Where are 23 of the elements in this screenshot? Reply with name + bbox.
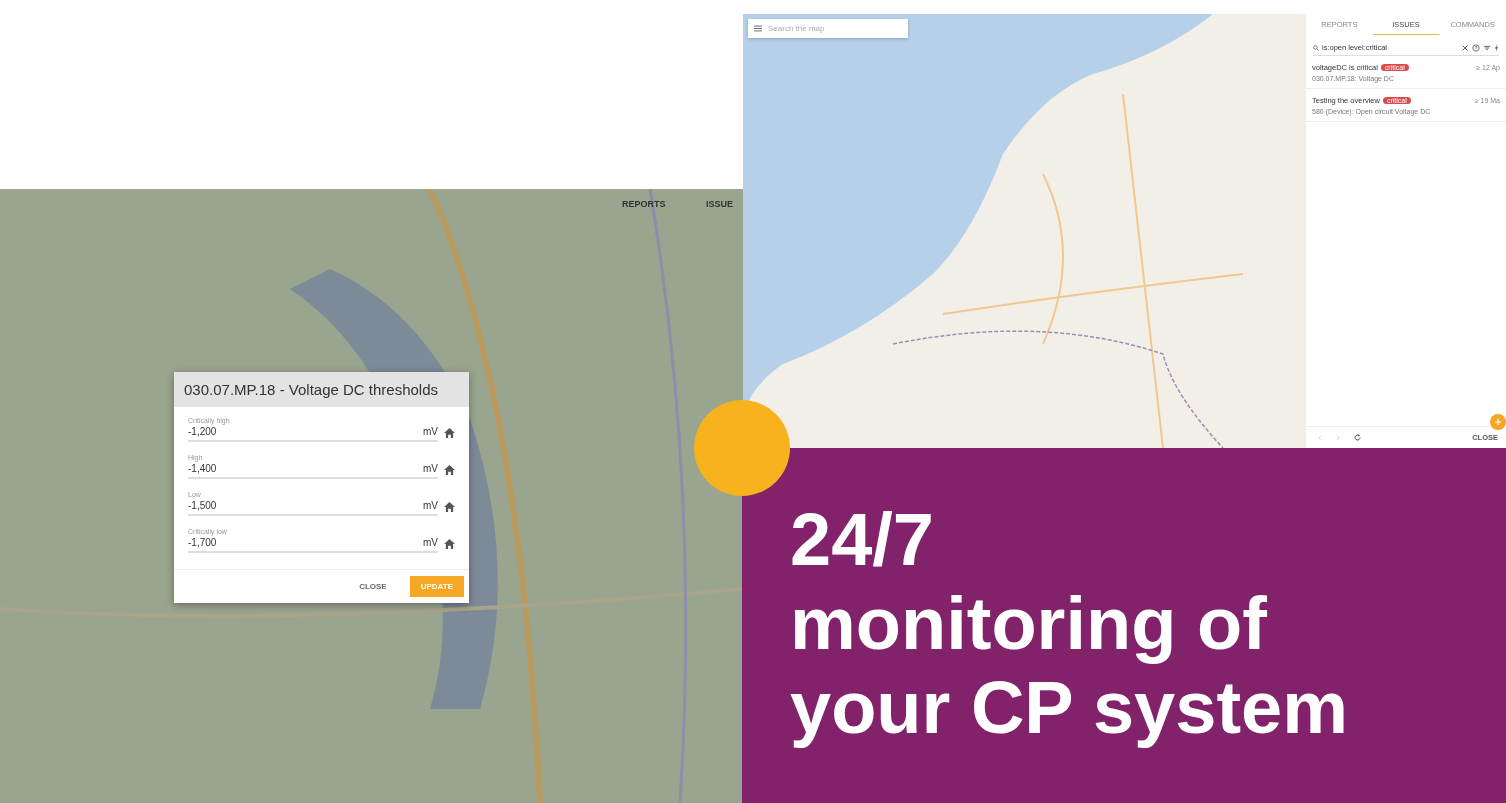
home-icon[interactable] — [444, 428, 455, 438]
home-icon[interactable] — [444, 465, 455, 475]
headline-text: monitoring of — [790, 582, 1268, 666]
input-field[interactable]: -1,200 mV — [188, 424, 438, 442]
home-icon[interactable] — [444, 539, 455, 549]
search-icon — [1313, 44, 1319, 51]
search-field[interactable]: Search the map — [748, 19, 908, 38]
menu-icon[interactable] — [754, 25, 762, 32]
home-icon[interactable] — [444, 502, 455, 512]
close-icon[interactable] — [1461, 43, 1469, 52]
filter-icon[interactable] — [1483, 43, 1491, 52]
tab-label: REPORTS — [622, 199, 666, 209]
headline-text: your CP system — [790, 666, 1349, 750]
refresh-icon[interactable] — [1354, 434, 1361, 441]
bolt-icon[interactable] — [1494, 43, 1499, 52]
headline-text: 24/7 — [790, 498, 936, 582]
input-field[interactable]: -1,500 mV — [188, 498, 438, 516]
input-field[interactable]: -1,400 mV — [188, 461, 438, 479]
close-button[interactable]: CLOSE — [350, 576, 396, 597]
input-field[interactable]: -1,700 mV — [188, 535, 438, 553]
help-icon[interactable] — [1472, 43, 1480, 52]
tab-label: ISSUE — [706, 199, 733, 209]
dialog-title: 030.07.MP.18 - Voltage DC thresholds — [174, 372, 469, 407]
